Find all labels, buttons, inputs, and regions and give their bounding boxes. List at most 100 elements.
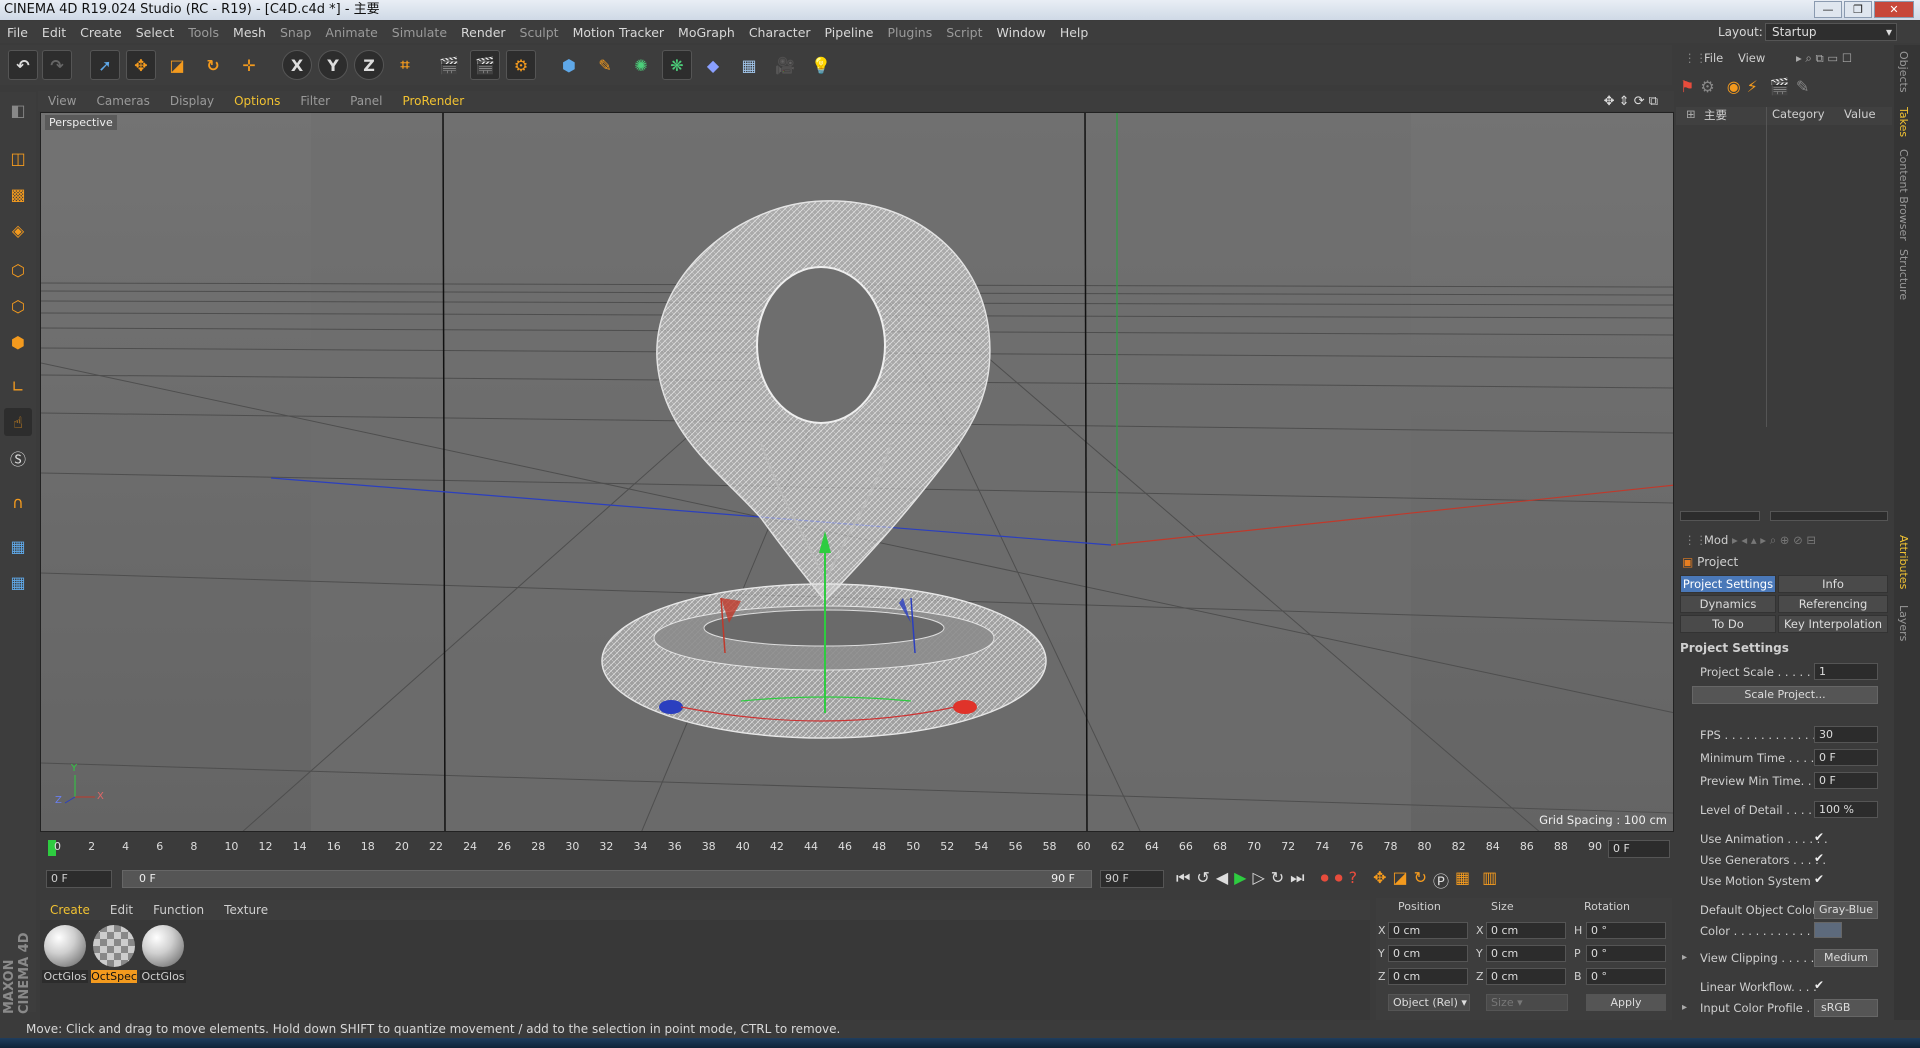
menu-select[interactable]: Select (129, 25, 182, 40)
material-menu-create[interactable]: Create (40, 903, 100, 917)
take-settings-icon[interactable]: ✎ (1796, 77, 1809, 103)
take-expand-icon[interactable]: ⊞ (1686, 107, 1696, 121)
pos-z-field[interactable]: 0 cm (1388, 968, 1468, 985)
move-tool-icon[interactable]: ✥ (126, 50, 156, 80)
objects-menu-file[interactable]: File (1704, 51, 1723, 65)
camera-label[interactable]: Perspective (45, 115, 117, 130)
perspective-viewport[interactable]: Perspective Grid Spacing : 100 cm Y Z X (40, 112, 1674, 832)
scale-project-button[interactable]: Scale Project... (1692, 686, 1878, 704)
select-cursor-icon[interactable]: ➚ (90, 50, 120, 80)
make-editable-icon[interactable]: ◧ (4, 96, 32, 124)
objects-toolbar-icons[interactable]: ▸ ⌕ ⧉ ▭ ☐ (1796, 51, 1852, 66)
current-frame-field[interactable]: 0 F (1608, 840, 1670, 858)
attributes-mode-menu[interactable]: Mod (1704, 533, 1728, 547)
record-keys-icon[interactable]: ⏺ (1321, 868, 1329, 892)
size-x-field[interactable]: 0 cm (1486, 922, 1566, 939)
viewport-menu-options[interactable]: Options (224, 94, 290, 108)
key-rotation-icon[interactable]: ↻ (1414, 868, 1427, 892)
layout-dropdown[interactable]: Startup ▾ (1765, 23, 1897, 41)
pos-x-field[interactable]: 0 cm (1388, 922, 1468, 939)
size-y-field[interactable]: 0 cm (1486, 945, 1566, 962)
default-color-dropdown[interactable]: Gray-Blue (1814, 901, 1878, 919)
z-axis-lock[interactable]: Z (354, 50, 384, 80)
camera-icon[interactable]: 🎥 (770, 50, 800, 80)
tab-info[interactable]: Info (1778, 575, 1888, 593)
maximize-button[interactable]: ❐ (1844, 1, 1872, 18)
next-key-icon[interactable]: ↻ (1271, 868, 1284, 892)
tab-key-interpolation[interactable]: Key Interpolation (1778, 615, 1888, 633)
viewport-menu-prorender[interactable]: ProRender (392, 94, 474, 108)
take-new-icon[interactable]: ⚑ (1680, 77, 1694, 103)
side-tab-attributes[interactable]: Attributes (1897, 535, 1910, 589)
light-icon[interactable]: 💡 (806, 50, 836, 80)
rot-p-field[interactable]: 0 ° (1586, 945, 1666, 962)
menu-plugins[interactable]: Plugins (880, 25, 939, 40)
tab-todo[interactable]: To Do (1680, 615, 1776, 633)
menu-pipeline[interactable]: Pipeline (818, 25, 881, 40)
values-hscroll[interactable] (1770, 511, 1888, 521)
key-pla-icon[interactable]: ▦ (1455, 868, 1470, 892)
side-tab-takes[interactable]: Takes (1897, 107, 1910, 137)
prev-key-icon[interactable]: ↺ (1196, 868, 1209, 892)
pos-y-field[interactable]: 0 cm (1388, 945, 1468, 962)
coordinate-mode-dropdown[interactable]: Object (Rel) ▾ (1388, 994, 1470, 1011)
edges-mode-icon[interactable]: ⬡ (4, 292, 32, 320)
attributes-nav-icons[interactable]: ▸ ◂ ▴ ▸ ⌕ ⊕ ⊘ ⊟ (1732, 533, 1816, 548)
side-tab-layers[interactable]: Layers (1897, 605, 1910, 641)
color-swatch[interactable] (1814, 922, 1842, 938)
range-end-field[interactable]: 90 F (1100, 870, 1164, 888)
use-generators-checkbox[interactable]: ✔ (1814, 851, 1824, 865)
subdivision-icon[interactable]: ✺ (626, 50, 656, 80)
apply-button[interactable]: Apply (1586, 994, 1666, 1011)
material-menu-edit[interactable]: Edit (100, 903, 143, 917)
viewport-menu-filter[interactable]: Filter (290, 94, 340, 108)
project-scale-field[interactable]: 1 (1814, 663, 1878, 680)
menu-script[interactable]: Script (939, 25, 989, 40)
timeline-window-icon[interactable]: ▥ (1482, 868, 1497, 892)
preview-min-field[interactable]: 0 F (1814, 772, 1878, 789)
next-frame-icon[interactable]: ▷ (1252, 868, 1264, 892)
keyframe-selection-icon[interactable]: ? (1349, 868, 1358, 892)
snap-icon[interactable]: ∩ (4, 488, 32, 516)
size-mode-dropdown[interactable]: Size ▾ (1486, 994, 1568, 1011)
key-parameter-icon[interactable]: Ⓟ (1433, 868, 1449, 892)
points-mode-icon[interactable]: ⬡ (4, 256, 32, 284)
take-lock-icon[interactable]: ⚡ (1747, 77, 1758, 103)
prev-frame-icon[interactable]: ◀ (1216, 868, 1228, 892)
menu-sculpt[interactable]: Sculpt (513, 25, 566, 40)
tab-dynamics[interactable]: Dynamics (1680, 595, 1776, 613)
key-position-icon[interactable]: ✥ (1373, 868, 1386, 892)
cube-primitive-icon[interactable]: ⬢ (554, 50, 584, 80)
menu-motion-tracker[interactable]: Motion Tracker (566, 25, 671, 40)
render-settings-icon[interactable]: ⚙ (506, 50, 536, 80)
material-item[interactable]: OctGlos (42, 925, 88, 983)
range-slider[interactable]: 0 F 90 F (122, 870, 1092, 888)
menu-mesh[interactable]: Mesh (226, 25, 273, 40)
menu-help[interactable]: Help (1053, 25, 1096, 40)
polygons-mode-icon[interactable]: ⬢ (4, 328, 32, 356)
menu-character[interactable]: Character (742, 25, 818, 40)
live-selection-icon[interactable]: ✛ (234, 50, 264, 80)
take-override-icon[interactable]: ⚙ (1700, 77, 1714, 103)
tweak-mode-icon[interactable]: ☝ (4, 408, 32, 436)
material-menu-texture[interactable]: Texture (214, 903, 278, 917)
menu-create[interactable]: Create (73, 25, 129, 40)
material-item-selected[interactable]: OctSpec (91, 925, 137, 983)
model-mode-icon[interactable]: ◫ (4, 144, 32, 172)
min-time-field[interactable]: 0 F (1814, 749, 1878, 766)
axis-mode-icon[interactable]: ∟ (4, 372, 32, 400)
material-item[interactable]: OctGlos (140, 925, 186, 983)
goto-start-icon[interactable]: ⏮ (1176, 868, 1190, 892)
rotate-tool-icon[interactable]: ↻ (198, 50, 228, 80)
texture-mode-icon[interactable]: ▩ (4, 180, 32, 208)
size-z-field[interactable]: 0 cm (1486, 968, 1566, 985)
take-auto-icon[interactable]: ◉ (1727, 77, 1741, 103)
redo-icon[interactable]: ↷ (42, 50, 72, 80)
close-button[interactable]: ✕ (1874, 1, 1914, 18)
pen-spline-icon[interactable]: ✎ (590, 50, 620, 80)
tab-project-settings[interactable]: Project Settings (1680, 575, 1776, 593)
range-start-field[interactable]: 0 F (46, 870, 112, 888)
minimize-button[interactable]: — (1814, 1, 1842, 18)
autokey-icon[interactable]: ⏺ (1335, 868, 1343, 892)
use-animation-checkbox[interactable]: ✔ (1814, 830, 1824, 844)
